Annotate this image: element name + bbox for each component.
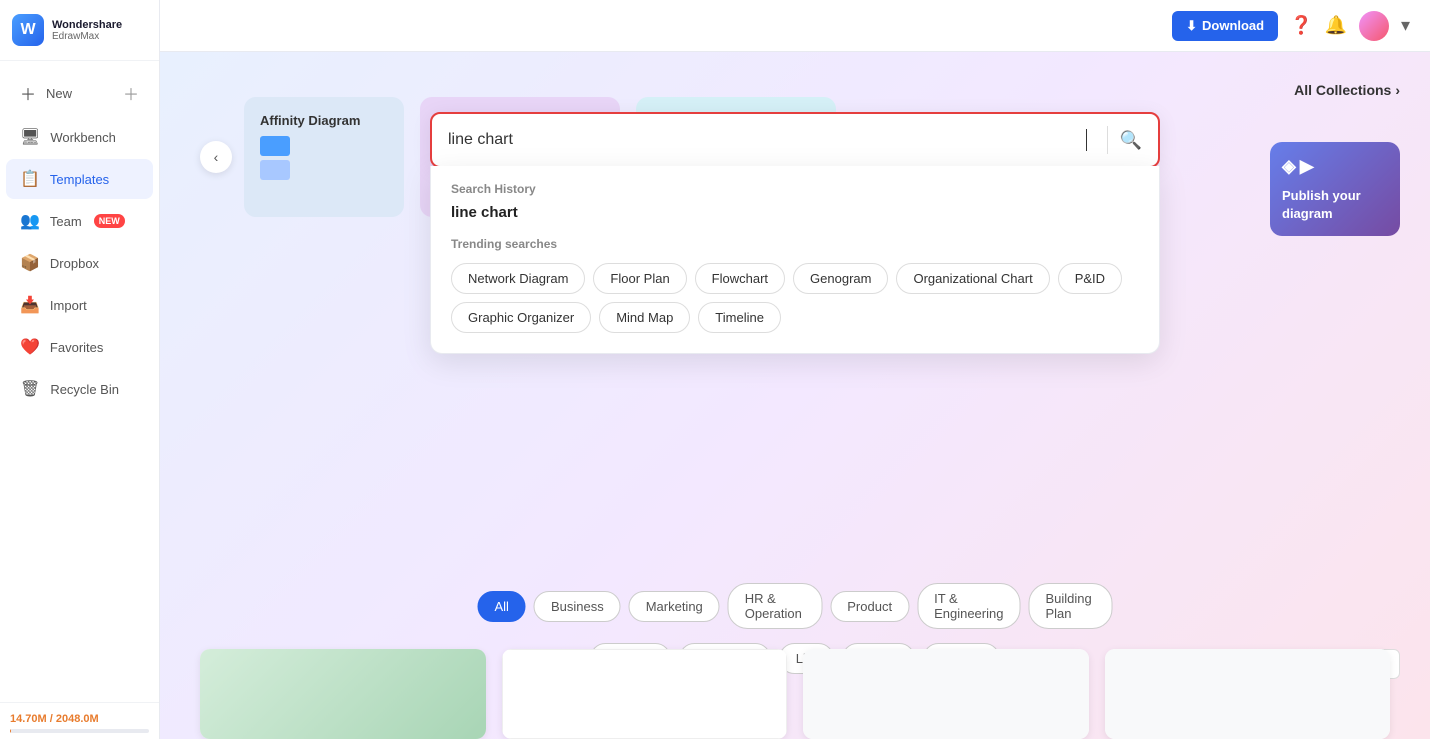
chip-genogram[interactable]: Genogram: [793, 263, 888, 294]
sidebar-item-new[interactable]: ＋ New ＋: [6, 71, 153, 115]
chip-floor-plan[interactable]: Floor Plan: [593, 263, 686, 294]
search-box: 🔍: [430, 112, 1160, 168]
chip-mind-map[interactable]: Mind Map: [599, 302, 690, 333]
logo-icon: W: [12, 14, 44, 46]
recycle-bin-icon: 🗑: [20, 379, 40, 399]
sidebar-item-label-recycle-bin: Recycle Bin: [50, 382, 119, 397]
sidebar-item-label-team: Team: [50, 214, 82, 229]
sidebar-item-favorites[interactable]: ❤️ Favorites: [6, 327, 153, 367]
sidebar: W Wondershare EdrawMax ＋ New ＋ 🖥 Workben…: [0, 0, 160, 739]
sidebar-item-templates[interactable]: 📋 Templates: [6, 159, 153, 199]
import-icon: 📥: [20, 295, 40, 315]
templates-icon: 📋: [20, 169, 40, 189]
chip-network-diagram[interactable]: Network Diagram: [451, 263, 585, 294]
sidebar-item-dropbox[interactable]: 📦 Dropbox: [6, 243, 153, 283]
workbench-icon: 🖥: [20, 127, 40, 147]
storage-label: 14.70M / 2048.0M: [10, 713, 149, 725]
chip-graphic-organizer[interactable]: Graphic Organizer: [451, 302, 591, 333]
history-item[interactable]: line chart: [451, 204, 1139, 221]
download-icon: ⬇: [1186, 18, 1197, 34]
chip-timeline[interactable]: Timeline: [698, 302, 781, 333]
sidebar-item-label-import: Import: [50, 298, 87, 313]
avatar[interactable]: [1359, 11, 1389, 41]
storage-fill: [10, 729, 11, 733]
sidebar-item-workbench[interactable]: 🖥 Workbench: [6, 117, 153, 157]
sidebar-nav: ＋ New ＋ 🖥 Workbench 📋 Templates 👥 Team N…: [0, 61, 159, 702]
sidebar-item-label-workbench: Workbench: [50, 130, 116, 145]
search-box-container: 🔍 Search History line chart Trending sea…: [430, 112, 1160, 354]
sidebar-item-recycle-bin[interactable]: 🗑 Recycle Bin: [6, 369, 153, 409]
search-cursor: [1086, 129, 1087, 151]
chip-flowchart[interactable]: Flowchart: [695, 263, 785, 294]
chip-organizational-chart[interactable]: Organizational Chart: [896, 263, 1049, 294]
download-button[interactable]: ⬇ Download: [1172, 11, 1278, 41]
app-logo: W Wondershare EdrawMax: [0, 0, 159, 61]
search-icon[interactable]: 🔍: [1120, 130, 1142, 151]
dropbox-icon: 📦: [20, 253, 40, 273]
search-input[interactable]: [448, 131, 1086, 149]
sidebar-item-label-favorites: Favorites: [50, 340, 103, 355]
history-label: Search History: [451, 182, 1139, 196]
logo-text: Wondershare EdrawMax: [52, 19, 122, 42]
search-divider: [1107, 126, 1108, 154]
content-area: All Collections › ‹ Affinity Diagram: [160, 52, 1430, 739]
chip-pid[interactable]: P&ID: [1058, 263, 1122, 294]
sidebar-item-import[interactable]: 📥 Import: [6, 285, 153, 325]
sidebar-item-label-dropbox: Dropbox: [50, 256, 99, 271]
plus-icon: ＋: [123, 81, 139, 105]
favorites-icon: ❤️: [20, 337, 40, 357]
storage-section: 14.70M / 2048.0M: [0, 702, 159, 739]
new-badge: NEW: [94, 214, 125, 228]
chevron-down-icon[interactable]: ▾: [1401, 15, 1410, 36]
sidebar-item-label-templates: Templates: [50, 172, 109, 187]
trending-label: Trending searches: [451, 237, 1139, 251]
team-icon: 👥: [20, 211, 40, 231]
header: ⬇ Download ❓ 🔔 ▾: [160, 0, 1430, 52]
help-icon[interactable]: ❓: [1290, 15, 1312, 36]
notification-icon[interactable]: 🔔: [1325, 15, 1347, 36]
sidebar-item-label-new: New: [46, 86, 72, 101]
search-dropdown: Search History line chart Trending searc…: [430, 166, 1160, 354]
main-content: ⬇ Download ❓ 🔔 ▾ All Collections › ‹ Aff…: [160, 0, 1430, 739]
sidebar-item-team[interactable]: 👥 Team NEW: [6, 201, 153, 241]
trending-chips: Network Diagram Floor Plan Flowchart Gen…: [451, 263, 1139, 333]
storage-bar: [10, 729, 149, 733]
new-icon: ＋: [20, 81, 36, 105]
search-overlay: 🔍 Search History line chart Trending sea…: [160, 52, 1430, 739]
